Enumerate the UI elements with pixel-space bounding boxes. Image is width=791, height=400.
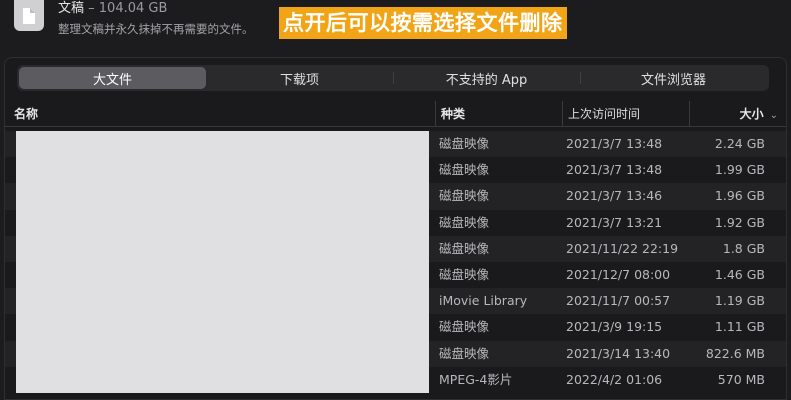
cell-kind: 磁盘映像 bbox=[439, 240, 490, 256]
cell-size: 1.19 GB bbox=[714, 293, 765, 309]
cell-size: 1.11 GB bbox=[714, 319, 765, 335]
cell-date: 2021/11/22 22:19 bbox=[566, 240, 679, 256]
cell-size: 2.24 GB bbox=[714, 136, 765, 151]
category-description: 整理文稿并永久抹掉不再需要的文件。 bbox=[58, 22, 254, 36]
cell-date: 2021/3/7 13:48 bbox=[566, 136, 663, 151]
tab-unsupported-apps[interactable]: 不支持的 App bbox=[393, 67, 580, 89]
annotation-banner: 点开后可以按需选择文件删除 bbox=[279, 7, 567, 39]
column-header-size[interactable]: 大小 ⌄ bbox=[689, 101, 786, 127]
category-title: 文稿 – 104.04 GB bbox=[58, 0, 167, 17]
cell-kind: 磁盘映像 bbox=[439, 188, 490, 204]
cell-size: 1.99 GB bbox=[714, 162, 765, 178]
tab-downloads[interactable]: 下载项 bbox=[206, 67, 393, 89]
column-header-kind[interactable]: 种类 bbox=[435, 101, 562, 127]
column-header-last-opened[interactable]: 上次访问时间 bbox=[562, 101, 689, 127]
tab-file-browser[interactable]: 文件浏览器 bbox=[580, 67, 767, 89]
category-size: – 104.04 GB bbox=[88, 1, 168, 16]
cell-size: 1.8 GB bbox=[722, 240, 765, 256]
cell-size: 822.6 MB bbox=[705, 345, 765, 361]
cell-size: 1.96 GB bbox=[714, 188, 765, 204]
cell-date: 2021/3/14 13:40 bbox=[566, 345, 671, 361]
cell-kind: 磁盘映像 bbox=[439, 136, 490, 151]
document-glyph-icon bbox=[23, 7, 35, 24]
cell-date: 2021/3/9 19:15 bbox=[566, 319, 663, 335]
cell-kind: iMovie Library bbox=[439, 293, 528, 309]
cell-date: 2021/11/7 00:57 bbox=[566, 293, 671, 309]
cell-date: 2021/3/7 13:46 bbox=[566, 188, 663, 204]
redacted-file-names bbox=[16, 131, 429, 393]
cell-date: 2021/3/7 13:21 bbox=[566, 214, 663, 230]
cell-date: 2022/4/2 01:06 bbox=[566, 371, 663, 387]
cell-kind: 磁盘映像 bbox=[439, 214, 490, 230]
cell-date: 2021/12/7 08:00 bbox=[566, 266, 671, 282]
cell-size: 570 MB bbox=[717, 371, 765, 387]
cell-kind: MPEG-4影片 bbox=[439, 371, 513, 387]
column-header-size-label: 大小 bbox=[739, 107, 764, 121]
sort-chevron-down-icon: ⌄ bbox=[769, 110, 778, 121]
files-panel: 大文件 下载项 不支持的 App 文件浏览器 名称 种类 上次访问时间 大小 ⌄ … bbox=[4, 57, 787, 400]
cell-size: 1.46 GB bbox=[714, 266, 765, 282]
column-header-name[interactable]: 名称 bbox=[14, 101, 38, 127]
table-header: 名称 种类 上次访问时间 大小 ⌄ bbox=[5, 101, 786, 127]
tab-large-files[interactable]: 大文件 bbox=[19, 67, 206, 89]
cell-kind: 磁盘映像 bbox=[439, 319, 490, 335]
cell-kind: 磁盘映像 bbox=[439, 162, 490, 178]
category-name: 文稿 bbox=[58, 1, 85, 16]
cell-date: 2021/3/7 13:48 bbox=[566, 162, 663, 178]
cell-kind: 磁盘映像 bbox=[439, 345, 490, 361]
cell-kind: 磁盘映像 bbox=[439, 266, 490, 282]
documents-icon bbox=[14, 0, 44, 31]
category-segmented-control: 大文件 下载项 不支持的 App 文件浏览器 bbox=[17, 65, 769, 91]
cell-size: 1.92 GB bbox=[714, 214, 765, 230]
